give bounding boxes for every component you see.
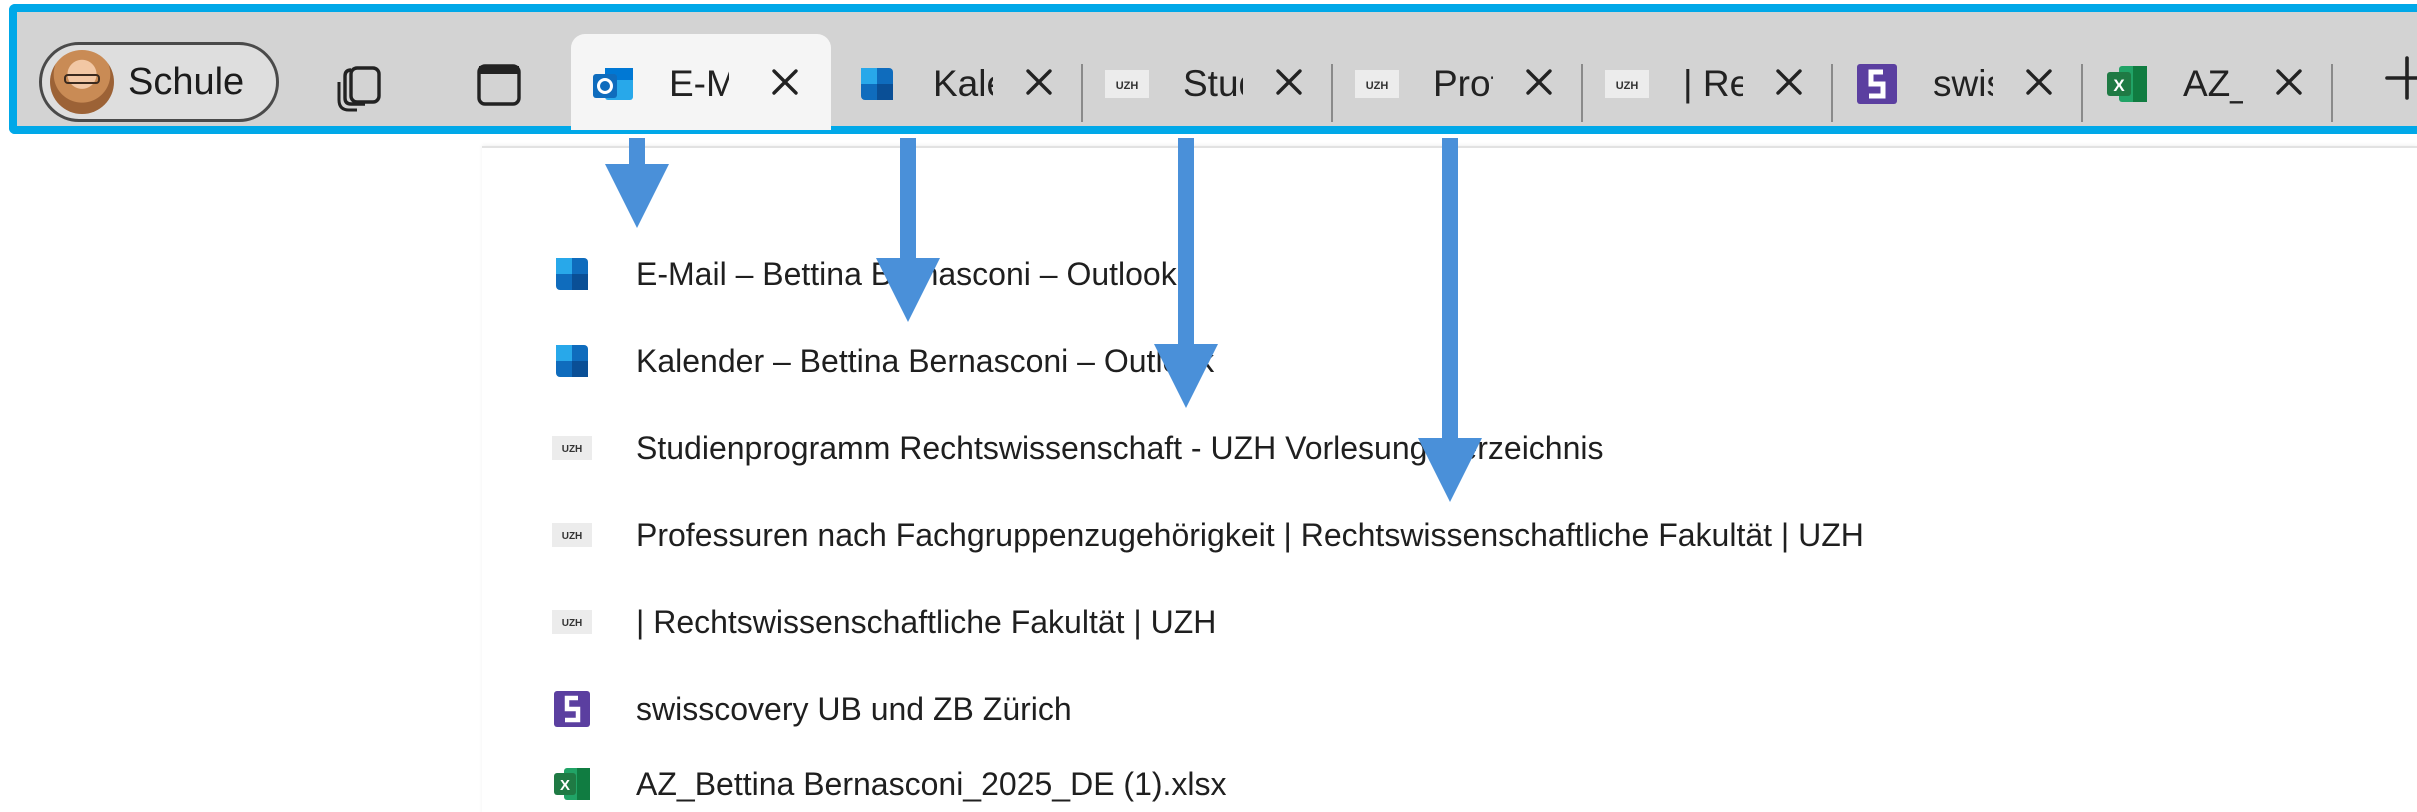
tab-separator (2331, 64, 2333, 122)
tab-professuren[interactable]: UZH Professuren (1335, 34, 1585, 130)
tab-title: | Rechtswissenschaftliche (1683, 63, 1743, 104)
outlook-mail-icon (593, 68, 633, 100)
list-item-label: Kalender – Bettina Bernasconi – Outlook (636, 342, 1215, 379)
list-item-label: AZ_Bettina Bernasconi_2025_DE (1).xlsx (636, 765, 1227, 802)
list-item-label: | Rechtswissenschaftliche Fakultät | UZH (636, 603, 1217, 640)
uzh-icon: UZH (1355, 70, 1399, 98)
uzh-icon: UZH (552, 523, 592, 547)
tab-separator (1081, 64, 1083, 122)
svg-text:UZH: UZH (562, 618, 583, 629)
outlook-icon (556, 258, 588, 290)
plus-icon[interactable] (2381, 52, 2417, 104)
tab-email[interactable]: E-Mail (571, 34, 831, 130)
svg-text:UZH: UZH (1616, 80, 1639, 92)
profile-label: Schule (128, 60, 245, 103)
list-item[interactable]: X AZ_Bettina Bernasconi_2025_DE (1).xlsx (552, 754, 1227, 812)
uzh-icon: UZH (1105, 70, 1149, 98)
outlook-icon (556, 345, 588, 377)
tab-separator (2081, 64, 2083, 122)
excel-icon: X (554, 768, 590, 800)
tab-title: swisscovery (1933, 63, 1993, 104)
swisscovery-icon (554, 691, 590, 727)
close-icon[interactable] (767, 64, 803, 100)
list-item[interactable]: UZH | Rechtswissenschaftliche Fakultät |… (552, 592, 1216, 652)
outlook-calendar-icon (861, 68, 893, 100)
tab-separator (1581, 64, 1583, 122)
uzh-icon: UZH (552, 436, 592, 460)
list-item[interactable]: swisscovery UB und ZB Zürich (552, 679, 1072, 739)
list-item-label: swisscovery UB und ZB Zürich (636, 690, 1072, 727)
svg-text:UZH: UZH (562, 444, 583, 455)
swisscovery-icon (1857, 64, 1897, 104)
tab-title: Kalender (933, 63, 993, 104)
tab-rechtswissenschaftliche[interactable]: UZH | Rechtswissenschaftliche (1585, 34, 1835, 130)
tab-separator (1331, 64, 1333, 122)
tab-az-bettina[interactable]: X AZ_Bettina (2085, 34, 2335, 130)
excel-icon: X (2107, 66, 2147, 102)
list-item[interactable]: E-Mail – Bettina Bernasconi – Outlook (552, 244, 1177, 304)
close-icon[interactable] (2021, 64, 2057, 100)
browser-window: Schule E-Mail (0, 0, 2417, 812)
svg-text:X: X (560, 777, 570, 794)
list-item-label: Studienprogramm Rechtswissenschaft - UZH… (636, 429, 1604, 466)
close-icon[interactable] (1771, 64, 1807, 100)
list-item-label: Professuren nach Fachgruppenzugehörigkei… (636, 516, 1864, 553)
profile-avatar (50, 50, 114, 114)
svg-text:UZH: UZH (1366, 80, 1389, 92)
svg-text:UZH: UZH (1116, 80, 1139, 92)
list-item[interactable]: UZH Studienprogramm Rechtswissenschaft -… (552, 418, 1604, 478)
close-icon[interactable] (1521, 64, 1557, 100)
profile-button[interactable]: Schule (39, 42, 279, 122)
tab-title: E-Mail (669, 63, 729, 104)
uzh-icon: UZH (552, 610, 592, 634)
close-icon[interactable] (1021, 64, 1057, 100)
list-item-label: E-Mail – Bettina Bernasconi – Outlook (636, 255, 1177, 292)
tab-strip: Schule E-Mail (9, 4, 2417, 134)
collections-icon[interactable] (335, 56, 391, 112)
tab-actions-icon[interactable] (471, 56, 527, 112)
tab-title: Professuren (1433, 63, 1493, 104)
tab-swisscovery[interactable]: swisscovery (1835, 34, 2085, 130)
svg-text:UZH: UZH (562, 531, 583, 542)
tab-title: Studienprogramm (1183, 63, 1243, 104)
tab-separator (1831, 64, 1833, 122)
svg-text:X: X (2113, 76, 2125, 95)
close-icon[interactable] (2271, 64, 2307, 100)
list-item[interactable]: UZH Professuren nach Fachgruppenzugehöri… (552, 505, 1864, 565)
uzh-icon: UZH (1605, 70, 1649, 98)
list-item[interactable]: Kalender – Bettina Bernasconi – Outlook (552, 331, 1214, 391)
close-icon[interactable] (1271, 64, 1307, 100)
tab-title: AZ_Bettina (2183, 63, 2243, 104)
tab-list-dropdown: E-Mail – Bettina Bernasconi – Outlook Ka… (482, 146, 2417, 812)
tab-kalender[interactable]: Kalender (835, 34, 1085, 130)
tab-studienprogramm[interactable]: UZH Studienprogramm (1085, 34, 1335, 130)
